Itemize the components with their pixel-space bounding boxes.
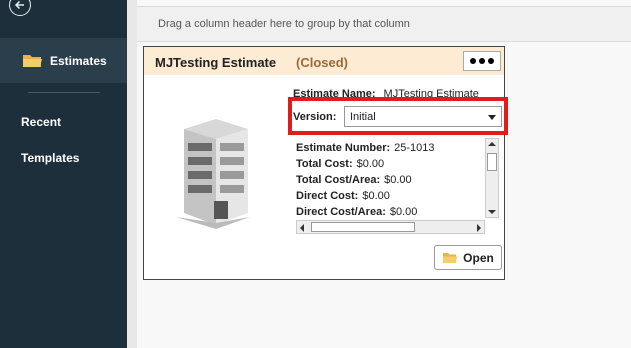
detail-row: Direct Cost: $0.00 bbox=[296, 190, 390, 202]
sidebar-item-templates[interactable]: Templates bbox=[21, 151, 79, 165]
chevron-down-icon bbox=[488, 115, 496, 120]
detail-row: Estimate Number: 25-1013 bbox=[296, 142, 435, 154]
version-label: Version: bbox=[293, 111, 337, 123]
version-selected-value: Initial bbox=[350, 111, 376, 123]
scroll-thumb[interactable] bbox=[487, 153, 497, 171]
estimate-details-list: Estimate Number: 25-1013 Total Cost: $0.00… bbox=[296, 140, 486, 220]
vertical-scrollbar[interactable] bbox=[485, 138, 499, 218]
sidebar-gutter bbox=[127, 0, 137, 348]
scroll-up-icon[interactable] bbox=[488, 142, 496, 146]
sidebar-divider bbox=[28, 92, 100, 93]
sidebar-item-label: Estimates bbox=[50, 53, 107, 68]
scroll-right-icon[interactable] bbox=[477, 224, 481, 232]
group-by-bar[interactable]: Drag a column header here to group by th… bbox=[137, 6, 631, 42]
open-button[interactable]: Open bbox=[434, 245, 502, 270]
main-area: Drag a column header here to group by th… bbox=[137, 0, 631, 348]
building-icon bbox=[176, 119, 250, 229]
folder-open-icon bbox=[443, 252, 458, 263]
scroll-down-icon[interactable] bbox=[488, 210, 496, 214]
sidebar-item-recent[interactable]: Recent bbox=[21, 115, 61, 129]
detail-row: Total Cost: $0.00 bbox=[296, 158, 385, 170]
scroll-thumb[interactable] bbox=[311, 222, 415, 232]
horizontal-scrollbar[interactable] bbox=[296, 220, 485, 234]
sidebar: Estimates Recent Templates bbox=[0, 0, 127, 348]
version-dropdown[interactable]: Initial bbox=[344, 106, 502, 127]
detail-row: Total Cost/Area: $0.00 bbox=[296, 174, 412, 186]
status-label: (Closed) bbox=[296, 55, 348, 70]
card-header: MJTesting Estimate (Closed) bbox=[144, 47, 504, 75]
open-button-label: Open bbox=[463, 250, 494, 265]
estimate-card[interactable]: MJTesting Estimate (Closed) Estimate Nam… bbox=[143, 46, 508, 280]
detail-row: Direct Cost/Area: $0.00 bbox=[296, 206, 418, 218]
sidebar-item-estimates[interactable]: Estimates bbox=[0, 38, 127, 83]
card-title: MJTesting Estimate bbox=[155, 55, 277, 70]
folder-icon bbox=[23, 54, 42, 67]
more-options-button[interactable] bbox=[463, 51, 501, 71]
more-dots-icon bbox=[470, 58, 476, 64]
group-by-hint: Drag a column header here to group by th… bbox=[158, 18, 410, 30]
back-arrow-icon[interactable] bbox=[9, 0, 31, 16]
scroll-left-icon[interactable] bbox=[300, 224, 304, 232]
